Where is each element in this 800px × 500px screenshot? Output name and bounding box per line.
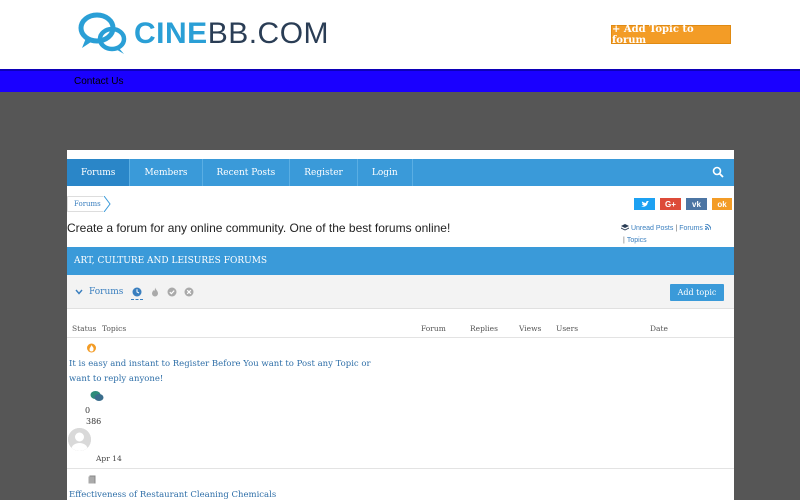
menu-item-login[interactable]: Login [358, 159, 413, 186]
chevron-down-icon [75, 289, 83, 295]
table-divider [67, 337, 734, 338]
hot-topic-icon [87, 343, 96, 353]
site-header: CINEBB.COM + Add Topic to forum [0, 0, 800, 69]
forums-filter-bar: Forums Add topic [67, 275, 734, 309]
menu-item-forums[interactable]: Forums [67, 159, 131, 186]
vk-icon: vk [692, 199, 701, 209]
vk-share-button[interactable]: vk [686, 198, 707, 210]
column-views: Views [519, 324, 542, 333]
category-title: ART, CULTURE AND LEISURES FORUMS [74, 256, 268, 266]
topic-title-line: It is easy and instant to Register Befor… [69, 359, 371, 369]
column-topics: Topics [102, 324, 127, 333]
replies-icon [90, 391, 104, 401]
odnoklassniki-icon: ok [717, 199, 727, 209]
user-avatar-icon [68, 428, 91, 451]
chat-bubbles-icon [78, 12, 127, 54]
topic-date: Apr 14 [96, 454, 122, 463]
topic-title-line: Effectiveness of Restaurant Cleaning Che… [69, 490, 277, 500]
site-logo[interactable]: CINEBB.COM [78, 12, 329, 56]
breadcrumb-forums-link[interactable]: Forums [74, 200, 101, 208]
view-count: 386 [86, 417, 102, 426]
add-topic-button[interactable]: Add topic [670, 284, 724, 301]
forums-rss-link[interactable]: Forums [679, 225, 703, 232]
column-forum: Forum [421, 324, 446, 333]
clock-icon[interactable] [132, 287, 142, 297]
column-users: Users [556, 324, 579, 333]
table-divider [67, 468, 734, 469]
site-description: Create a forum for any online community.… [67, 221, 451, 235]
twitter-share-button[interactable] [634, 198, 655, 210]
column-date: Date [650, 324, 668, 333]
avatar[interactable] [68, 428, 91, 451]
rss-icon [704, 223, 712, 231]
breadcrumb: Forums [67, 196, 103, 212]
add-topic-to-forum-button[interactable]: + Add Topic to forum [611, 24, 731, 46]
column-replies: Replies [470, 324, 498, 333]
column-status: Status [72, 324, 97, 333]
separator: | [623, 237, 625, 244]
main-menu: Forums Members Recent Posts Register Log… [67, 159, 734, 186]
menu-item-recent-posts[interactable]: Recent Posts [203, 159, 291, 186]
forums-toggle[interactable]: Forums [75, 287, 123, 297]
topic-title-link[interactable]: It is easy and instant to Register Befor… [69, 357, 371, 387]
active-filter-underline [131, 299, 143, 300]
topic-title-link[interactable]: Effectiveness of Restaurant Cleaning Che… [69, 488, 276, 500]
logo-text: CINEBB.COM [134, 17, 330, 50]
twitter-icon [640, 200, 649, 207]
separator: | [675, 225, 678, 232]
top-nav-strip: Contact Us [0, 69, 800, 92]
google-plus-icon: G+ [665, 199, 676, 209]
check-circle-icon[interactable] [167, 287, 177, 297]
category-header[interactable]: ART, CULTURE AND LEISURES FORUMS [67, 247, 734, 275]
search-icon[interactable] [712, 166, 724, 178]
fire-icon[interactable] [150, 287, 160, 297]
contact-us-link[interactable]: Contact Us [74, 76, 123, 87]
odnoklassniki-share-button[interactable]: ok [712, 198, 732, 210]
breadcrumb-arrow-icon [103, 196, 111, 212]
topic-title-line: want to reply anyone! [69, 374, 164, 384]
document-icon [88, 475, 96, 484]
layers-icon [621, 224, 629, 231]
forum-container: Forums Members Recent Posts Register Log… [67, 150, 734, 500]
unread-posts-link[interactable]: Unread Posts [631, 225, 673, 232]
forums-toggle-label: Forums [89, 287, 124, 297]
reply-count: 0 [85, 406, 91, 415]
topics-rss-link[interactable]: Topics [627, 237, 647, 244]
google-plus-share-button[interactable]: G+ [660, 198, 681, 210]
menu-item-members[interactable]: Members [130, 159, 203, 186]
menu-item-register[interactable]: Register [290, 159, 358, 186]
close-circle-icon[interactable] [184, 287, 194, 297]
